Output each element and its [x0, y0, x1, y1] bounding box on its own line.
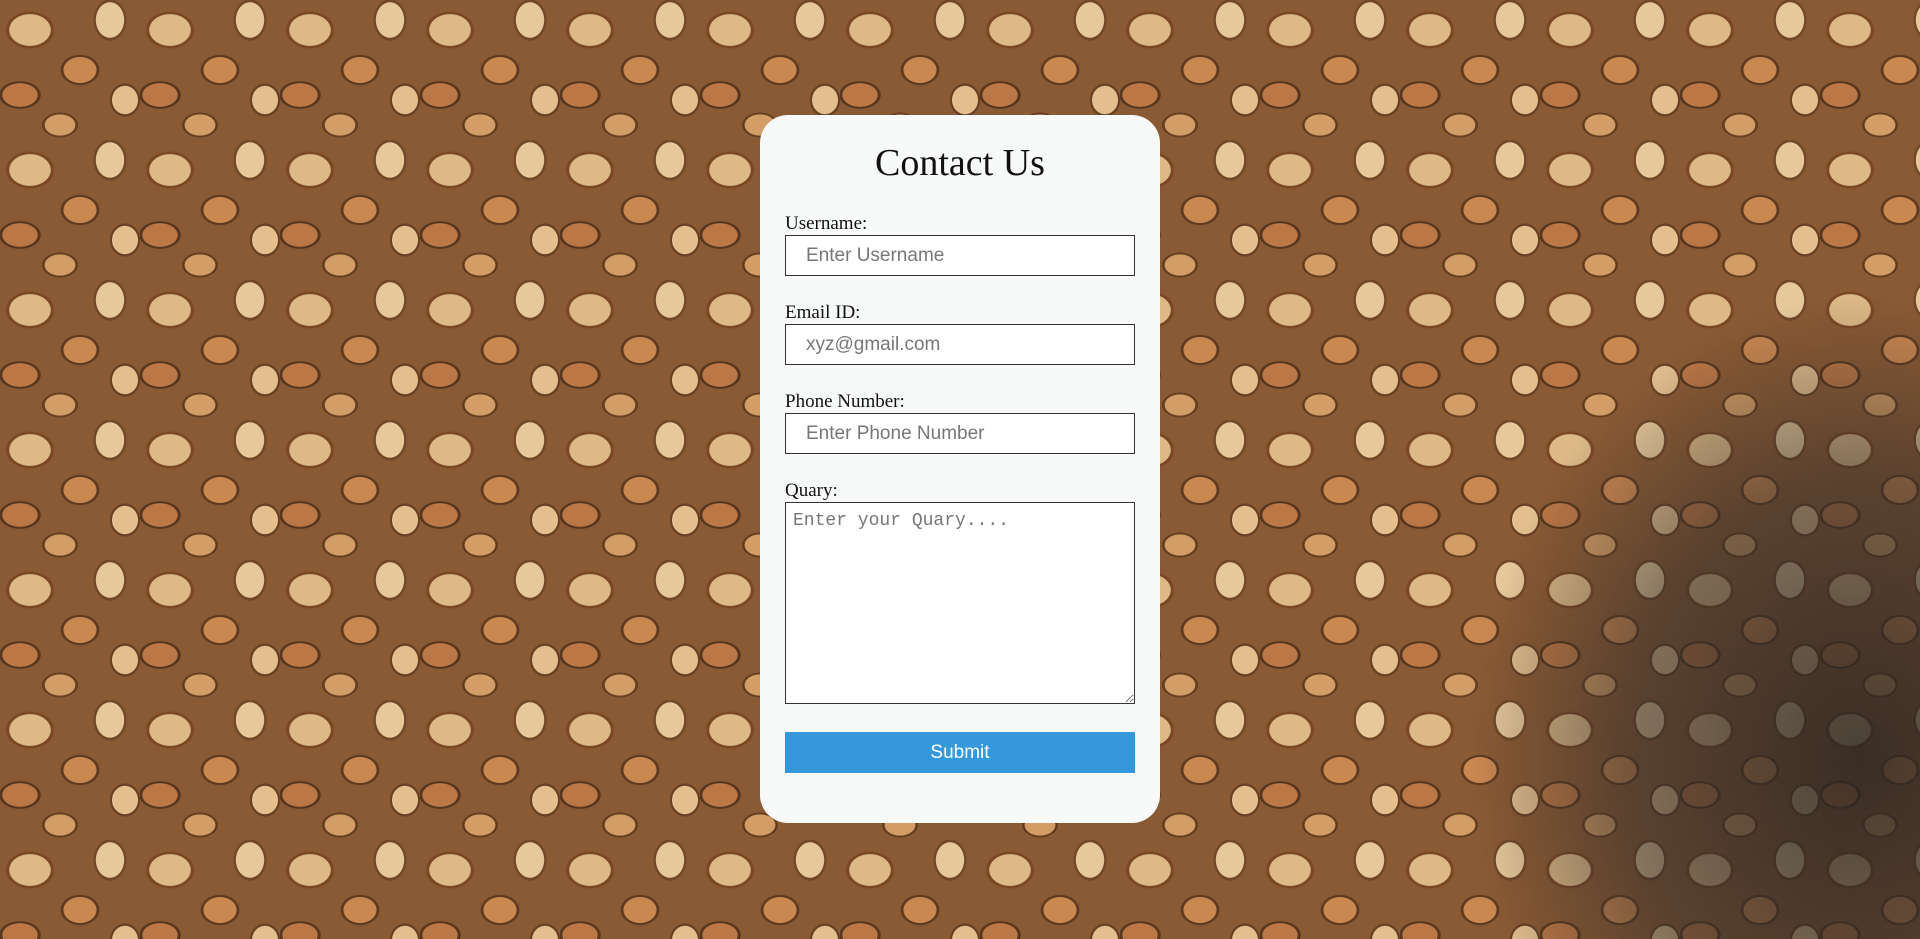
username-input[interactable]: [785, 235, 1135, 276]
email-input[interactable]: [785, 324, 1135, 365]
phone-label: Phone Number:: [785, 391, 905, 412]
page-title: Contact Us: [875, 142, 1045, 184]
quary-group: Quary:: [785, 480, 1135, 704]
email-label: Email ID:: [785, 302, 861, 323]
submit-button[interactable]: Submit: [785, 732, 1135, 773]
username-group: Username:: [785, 213, 1135, 276]
quary-label: Quary:: [785, 480, 838, 501]
username-label: Username:: [785, 213, 868, 234]
phone-input[interactable]: [785, 413, 1135, 454]
quary-textarea[interactable]: [785, 502, 1135, 704]
phone-group: Phone Number:: [785, 391, 1135, 454]
email-group: Email ID:: [785, 302, 1135, 365]
contact-form-card: Contact Us Username: Email ID: Phone Num…: [760, 115, 1160, 823]
